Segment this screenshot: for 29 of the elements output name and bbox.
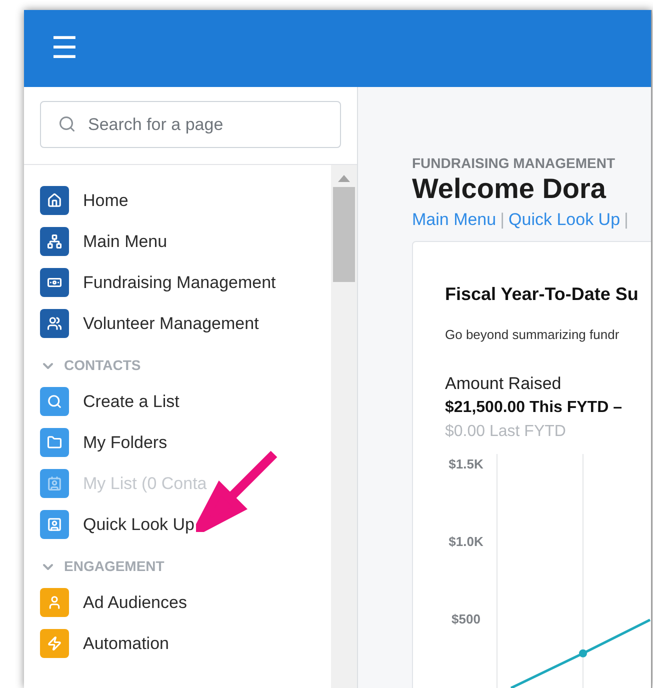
section-heading: ENGAGEMENT (64, 557, 164, 576)
metric-value: $21,500.00 This FYTD – (445, 398, 623, 418)
card-title: Fiscal Year-To-Date Su (445, 283, 640, 306)
metric-label: Amount Raised (445, 373, 562, 395)
sidebar-item[interactable]: Create a List (83, 388, 180, 414)
axis-label: $1.5K (448, 456, 484, 472)
scrollbar[interactable] (331, 165, 357, 688)
scroll-thumb[interactable] (333, 187, 355, 282)
sidebar-item[interactable]: Ad Audiences (83, 590, 187, 616)
page-eyebrow: FUNDRAISING MANAGEMENT (412, 155, 616, 172)
axis-label: $1.0K (448, 534, 484, 549)
sidebar-item[interactable]: Automation (83, 630, 169, 656)
section-heading: CONTACTS (64, 356, 141, 375)
card-description: Go beyond summarizing fundr (445, 326, 620, 344)
search-field[interactable]: Search for a page (40, 101, 341, 148)
sidebar-item[interactable]: Volunteer Management (83, 310, 259, 336)
axis-label: $500 (452, 612, 480, 626)
sidebar-item[interactable]: Main Menu (83, 228, 168, 254)
link-separator: | (500, 209, 505, 231)
sidebar-item[interactable]: Quick Look Up (83, 512, 194, 538)
metric-comparison: $0.00 Last FYTD (445, 422, 567, 442)
menu-button[interactable]: ☰ (51, 34, 78, 64)
link-separator: | (624, 209, 628, 231)
sidebar-item[interactable]: Fundraising Management (83, 270, 276, 296)
sidebar-item[interactable]: Home (83, 188, 128, 214)
search-icon (58, 115, 76, 133)
scroll-up-icon[interactable] (338, 175, 350, 182)
sidebar-item[interactable]: My Folders (83, 430, 168, 456)
page-title: Welcome Dora (412, 172, 608, 206)
